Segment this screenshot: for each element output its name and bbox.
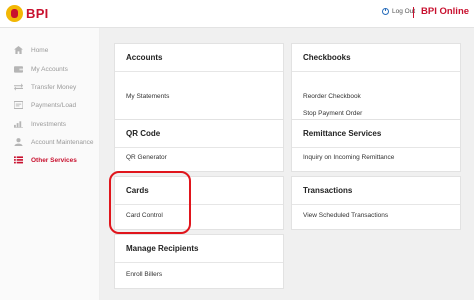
reorder-checkbook-link[interactable]: Reorder Checkbook [303,93,361,100]
card-header: Checkbooks [292,44,460,72]
sidebar-item-label: Account Maintenance [31,138,94,146]
sidebar-item-account-maintenance[interactable]: Account Maintenance [0,134,100,150]
header-divider [413,7,414,18]
checkbooks-card: Checkbooks Reorder Checkbook Stop Paymen… [291,43,461,129]
sidebar-item-home[interactable]: Home [0,42,100,58]
sidebar-item-label: Payments/Load [31,101,77,109]
card-header: Manage Recipients [115,235,283,263]
card-title: QR Code [126,129,161,138]
cards-card: Cards Card Control [114,176,284,230]
card-title: Cards [126,186,149,195]
card-title: Checkbooks [303,53,351,62]
logout-button[interactable]: Log Out [382,8,415,15]
my-statements-link[interactable]: My Statements [126,93,169,100]
bill-icon [14,101,23,109]
sidebar-item-label: Home [31,46,49,54]
remittance-services-card: Remittance Services Inquiry on Incoming … [291,119,461,172]
main-content: Accounts My Statements Checkbooks Reorde… [100,28,474,300]
enroll-billers-link[interactable]: Enroll Billers [126,271,162,278]
sidebar-item-investments[interactable]: Investments [0,116,100,132]
sidebar-item-other-services[interactable]: Other Services [0,152,100,168]
sidebar-item-payments-load[interactable]: Payments/Load [0,97,100,113]
accounts-card: Accounts My Statements [114,43,284,129]
manage-recipients-card: Manage Recipients Enroll Billers [114,234,284,289]
card-control-link[interactable]: Card Control [126,212,163,219]
home-icon [14,46,23,54]
card-title: Transactions [303,186,353,195]
sidebar: Home My Accounts Transfer Money Payments… [0,28,100,300]
card-header: Cards [115,177,283,205]
logo-text: BPI [26,6,49,21]
card-header: Transactions [292,177,460,205]
wallet-icon [14,66,23,73]
transfer-icon [14,83,23,91]
qr-generator-link[interactable]: QR Generator [126,154,167,161]
stop-payment-order-link[interactable]: Stop Payment Order [303,110,362,117]
inquiry-incoming-remittance-link[interactable]: Inquiry on Incoming Remittance [303,154,394,161]
view-scheduled-transactions-link[interactable]: View Scheduled Transactions [303,212,388,219]
logout-label: Log Out [392,8,416,15]
card-title: Remittance Services [303,129,382,138]
sidebar-item-label: My Accounts [31,65,68,73]
sidebar-item-label: Transfer Money [31,83,77,91]
bpi-logo-icon [6,5,23,22]
sidebar-item-transfer-money[interactable]: Transfer Money [0,79,100,95]
bpi-logo[interactable]: BPI [6,5,49,22]
list-icon [14,156,23,164]
card-title: Accounts [126,53,163,62]
card-title: Manage Recipients [126,244,199,253]
top-bar: BPI Log Out BPI Online [0,0,474,28]
card-header: QR Code [115,120,283,148]
qr-code-card: QR Code QR Generator [114,119,284,172]
bpi-online-brand: BPI Online [421,6,470,17]
sidebar-item-label: Investments [31,120,67,128]
chart-icon [14,121,23,128]
transactions-card: Transactions View Scheduled Transactions [291,176,461,230]
person-icon [14,138,23,146]
sidebar-item-my-accounts[interactable]: My Accounts [0,61,100,77]
card-header: Accounts [115,44,283,72]
power-icon [382,8,389,15]
sidebar-item-label: Other Services [31,156,77,164]
card-header: Remittance Services [292,120,460,148]
